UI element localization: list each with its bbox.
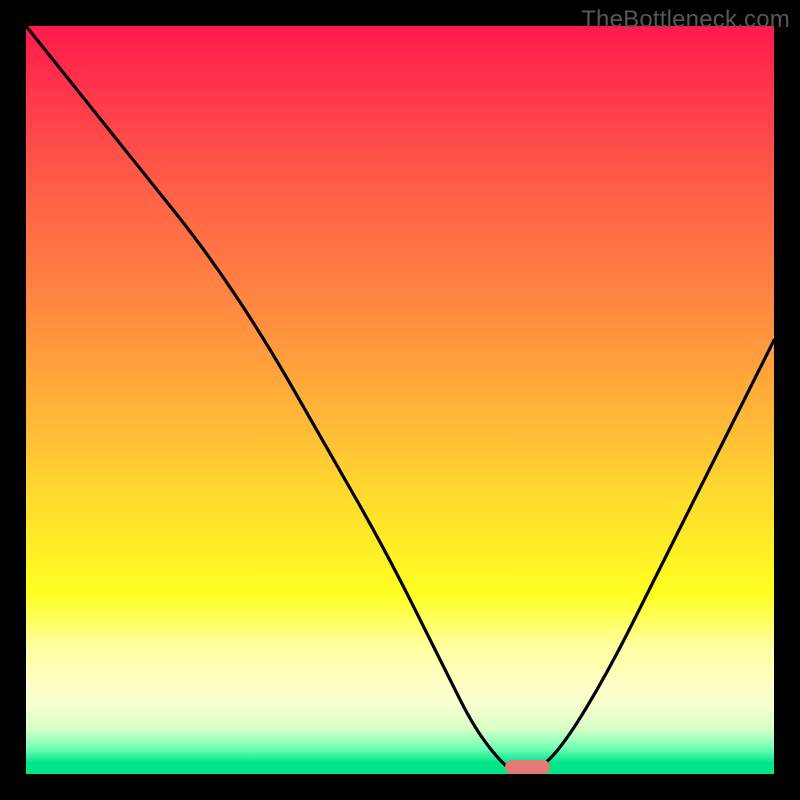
optimal-marker — [505, 760, 550, 774]
watermark-text: TheBottleneck.com — [581, 6, 790, 34]
bottleneck-curve-path — [26, 26, 774, 774]
chart-frame: TheBottleneck.com — [0, 0, 800, 800]
curve-svg — [26, 26, 774, 774]
plot-area — [26, 26, 774, 774]
